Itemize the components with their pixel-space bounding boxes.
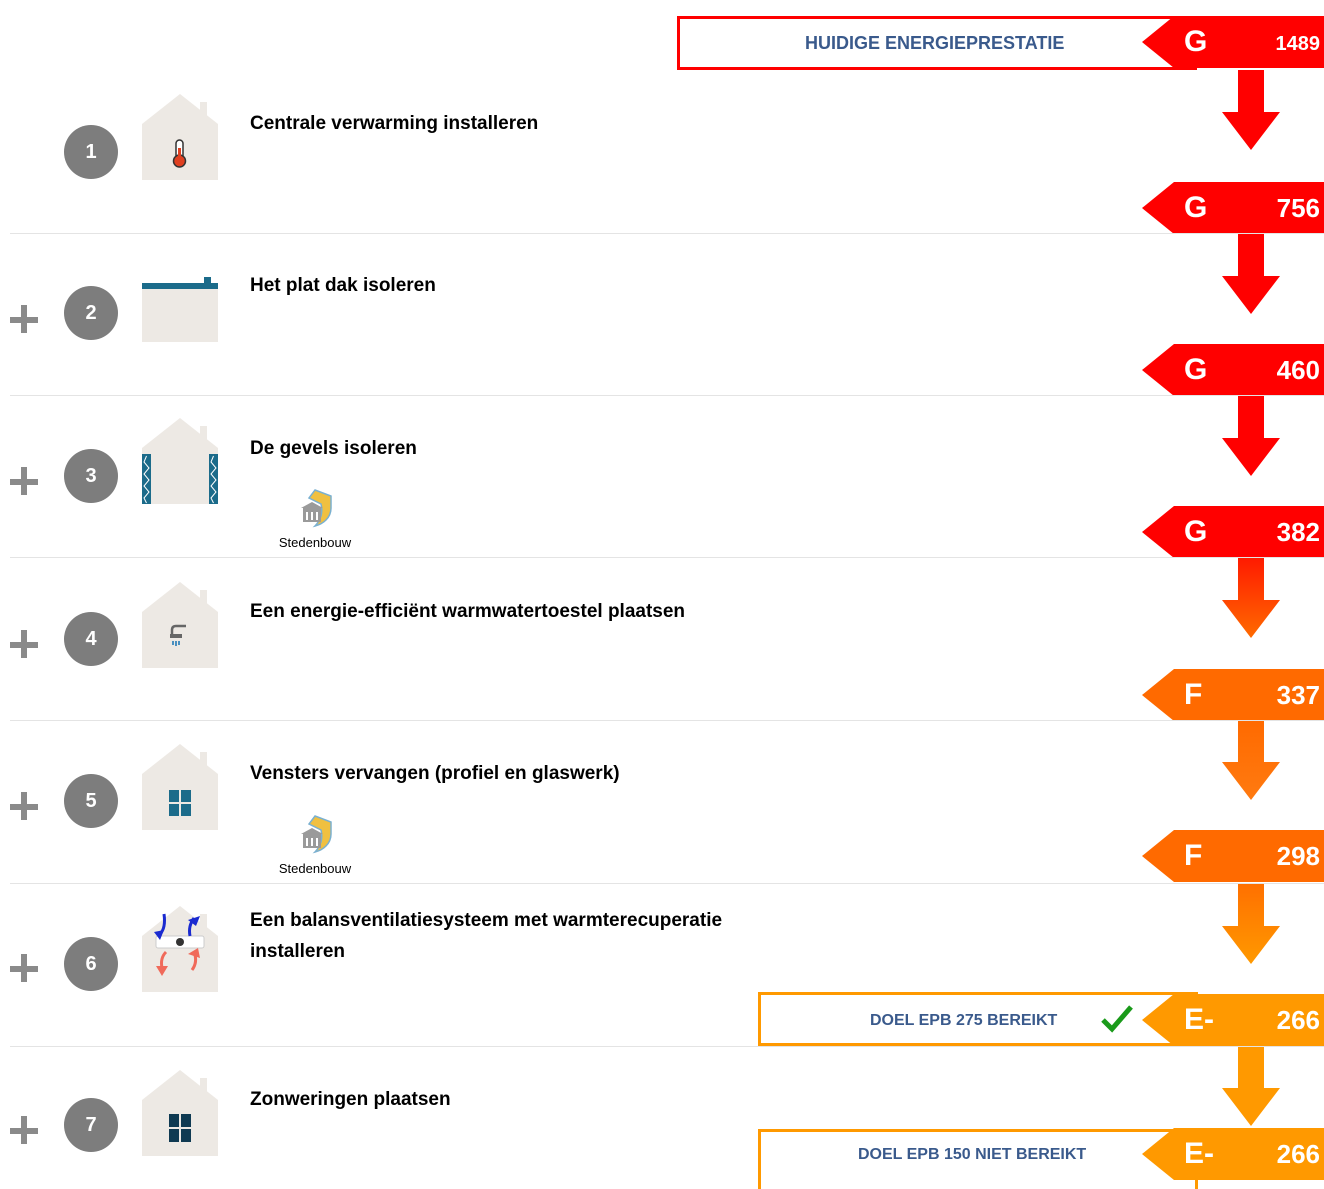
plus-icon	[10, 305, 40, 335]
down-arrow	[1222, 234, 1280, 314]
step-number-circle: 4	[64, 612, 118, 666]
down-arrow	[1222, 558, 1280, 638]
step-number-circle: 2	[64, 286, 118, 340]
down-arrow	[1222, 1046, 1280, 1126]
down-arrow	[1222, 884, 1280, 964]
sunshade-window-icon	[142, 1070, 218, 1156]
plus-icon	[10, 467, 40, 497]
step-title: De gevels isoleren	[250, 438, 417, 459]
divider	[10, 557, 1324, 558]
down-arrow	[1222, 396, 1280, 476]
energy-letter: E-	[1184, 1137, 1214, 1170]
step-title: Een energie-efficiënt warmwatertoestel p…	[250, 601, 686, 622]
window-icon	[142, 744, 218, 830]
checkmark-icon	[1101, 1005, 1133, 1033]
plus-icon	[10, 1116, 40, 1146]
current-energy-value: 1489	[1275, 33, 1321, 55]
energy-letter: E-	[1184, 1003, 1214, 1036]
plus-icon	[10, 630, 40, 660]
energy-letter: G	[1184, 191, 1208, 224]
urban-planning-permit: Stedenbouw	[270, 814, 360, 876]
step-number-circle: 1	[64, 125, 118, 179]
current-performance-label: HUIDIGE ENERGIEPRESTATIE	[805, 33, 1065, 53]
flat-roof-icon	[142, 277, 218, 342]
down-arrow	[1222, 70, 1280, 150]
thermometer-icon	[142, 94, 218, 180]
energy-value: 266	[1276, 1139, 1320, 1169]
wall-insulation-icon	[142, 418, 218, 504]
divider	[10, 395, 1324, 396]
divider	[10, 233, 1324, 234]
urban-planning-permit: Stedenbouw	[270, 488, 360, 550]
goal-label: DOEL EPB 150 NIET BEREIKT	[858, 1146, 1087, 1163]
energy-value: 337	[1276, 680, 1320, 710]
step-number-circle: 5	[64, 774, 118, 828]
step-title-line-2: installeren	[250, 941, 346, 962]
step-title: Een balansventilatiesysteem met warmtere…	[250, 905, 810, 967]
water-heater-icon	[142, 582, 218, 668]
step-title: Centrale verwarming installeren	[250, 113, 539, 134]
permit-shield-icon	[301, 815, 332, 854]
energy-letter: F	[1184, 839, 1203, 872]
step-title: Zonweringen plaatsen	[250, 1089, 451, 1110]
energy-letter: G	[1184, 515, 1208, 548]
step-number-circle: 3	[64, 449, 118, 503]
step-title: Het plat dak isoleren	[250, 275, 436, 296]
divider	[10, 720, 1324, 721]
plus-icon	[10, 954, 40, 984]
current-energy-letter: G	[1184, 25, 1208, 58]
ventilation-icon	[142, 906, 218, 992]
energy-value: 298	[1276, 841, 1320, 871]
divider	[10, 883, 1324, 884]
divider	[10, 1046, 1324, 1047]
down-arrow	[1222, 720, 1280, 800]
plus-icon	[10, 792, 40, 822]
goal-label: DOEL EPB 275 BEREIKT	[870, 1012, 1058, 1029]
energy-value: 756	[1276, 193, 1320, 223]
energy-value: 382	[1276, 517, 1320, 547]
energy-letter: G	[1184, 353, 1208, 386]
energy-value: 460	[1276, 355, 1320, 385]
step-title: Vensters vervangen (profiel en glaswerk)	[250, 763, 620, 784]
step-number-circle: 7	[64, 1098, 118, 1152]
step-number-circle: 6	[64, 937, 118, 991]
permit-label: Stedenbouw	[278, 861, 352, 876]
energy-value: 266	[1276, 1005, 1320, 1035]
energy-letter: F	[1184, 678, 1203, 711]
step-title-line-1: Een balansventilatiesysteem met warmtere…	[250, 910, 723, 931]
permit-shield-icon	[301, 489, 332, 528]
permit-label: Stedenbouw	[278, 535, 352, 550]
